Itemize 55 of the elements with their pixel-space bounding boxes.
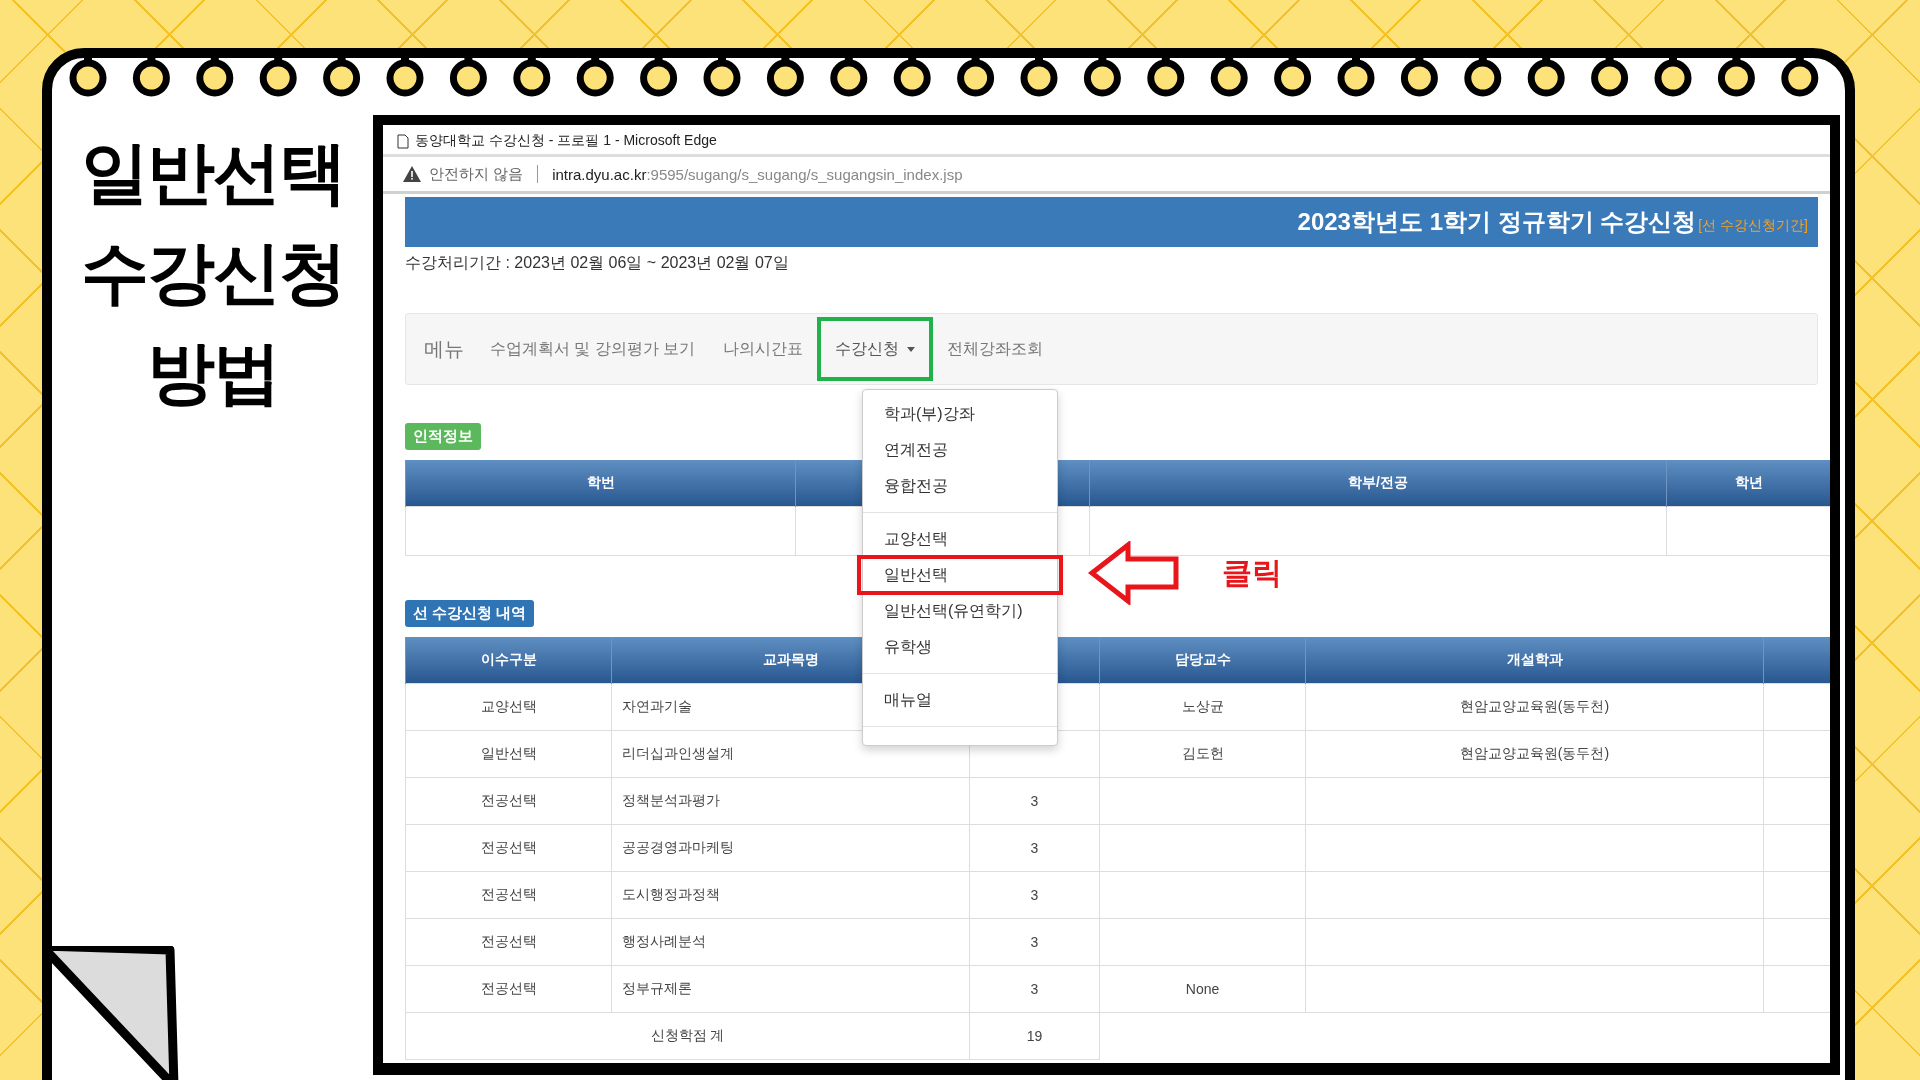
table-cell: 전공선택 xyxy=(405,965,612,1013)
section-label: 인적정보 xyxy=(405,423,481,450)
table-cell: 신청학점 계 xyxy=(405,1012,970,1060)
period-note: [선 수강신청기간] xyxy=(1698,217,1808,235)
table-cell: None xyxy=(1099,965,1306,1013)
document-icon xyxy=(397,133,409,149)
security-label: 안전하지 않음 xyxy=(429,164,524,184)
table-cell: 전공선택 xyxy=(405,918,612,966)
url-text[interactable]: intra.dyu.ac.kr:9595/sugang/s_sugang/s_sugangsin_index.jsp xyxy=(552,165,963,183)
table-cell: 전공선택 xyxy=(405,871,612,919)
table-cell: 노상균 xyxy=(1099,683,1306,731)
table-cell: 현암교양교육원(동두천) xyxy=(1305,730,1764,778)
slide-title-line: 일반선택 xyxy=(80,132,345,214)
table-cell: 3 xyxy=(969,824,1100,872)
nav-item[interactable]: 수강신청 xyxy=(817,317,934,381)
table-cell: 행정사례분석 xyxy=(611,918,970,966)
table-cell: 도시행정과정책 xyxy=(611,871,970,919)
table-cell: 19 xyxy=(969,1012,1100,1060)
table-cell: 공공경영과마케팅 xyxy=(611,824,970,872)
section-label: 선 수강신청 내역 xyxy=(405,600,535,627)
nav-brand[interactable]: 메뉴 xyxy=(424,335,464,363)
period-text: 수강처리기간 : 2023년 02월 06일 ~ 2023년 02월 07일 xyxy=(405,253,790,273)
menu-item[interactable]: 학과(부)강좌 xyxy=(863,396,1057,432)
column-header: 이수구분 xyxy=(405,637,612,684)
page-title: 2023학년도 1학기 정규학기 수강신청 xyxy=(1297,207,1697,237)
caret-icon xyxy=(907,346,916,352)
column-header: 학번 xyxy=(405,460,796,507)
nav-item[interactable]: 나의시간표 xyxy=(709,317,818,381)
table-cell: 전공선택 xyxy=(405,777,612,825)
menu-item[interactable]: 일반선택(유연학기) xyxy=(863,593,1057,629)
table-cell: 교양선택 xyxy=(405,683,612,731)
window-title: 동양대학교 수강신청 - 프로필 1 - Microsoft Edge xyxy=(415,132,717,150)
annotation-label: 클릭 xyxy=(1222,555,1282,591)
warning-icon xyxy=(403,166,421,182)
column-header: 개설학과 xyxy=(1305,637,1764,684)
slide-title-line: 수강신청 xyxy=(80,232,345,314)
column-header: 담당교수 xyxy=(1099,637,1306,684)
column-header: 학부/전공 xyxy=(1089,460,1667,507)
table-cell: 정부규제론 xyxy=(611,965,970,1013)
nav-item[interactable]: 전체강좌조회 xyxy=(933,317,1058,381)
table-cell: 김도헌 xyxy=(1099,730,1306,778)
table-cell: 일반선택 xyxy=(405,730,612,778)
arrow-icon xyxy=(1088,541,1180,605)
table-cell: 3 xyxy=(969,965,1100,1013)
table-cell: 3 xyxy=(969,777,1100,825)
nav-item[interactable]: 수업계획서 및 강의평가 보기 xyxy=(476,317,710,381)
table-cell: 3 xyxy=(969,918,1100,966)
table-cell: 현암교양교육원(동두천) xyxy=(1305,683,1764,731)
column-header: 학년 xyxy=(1666,460,1830,507)
slide-title-line: 방법 xyxy=(146,332,279,414)
table-cell: 전공선택 xyxy=(405,824,612,872)
table-cell: 3 xyxy=(969,871,1100,919)
menu-item[interactable]: 연계전공 xyxy=(863,432,1057,468)
table-cell: 정책분석과평가 xyxy=(611,777,970,825)
menu-item[interactable]: 일반선택 xyxy=(859,557,1061,593)
